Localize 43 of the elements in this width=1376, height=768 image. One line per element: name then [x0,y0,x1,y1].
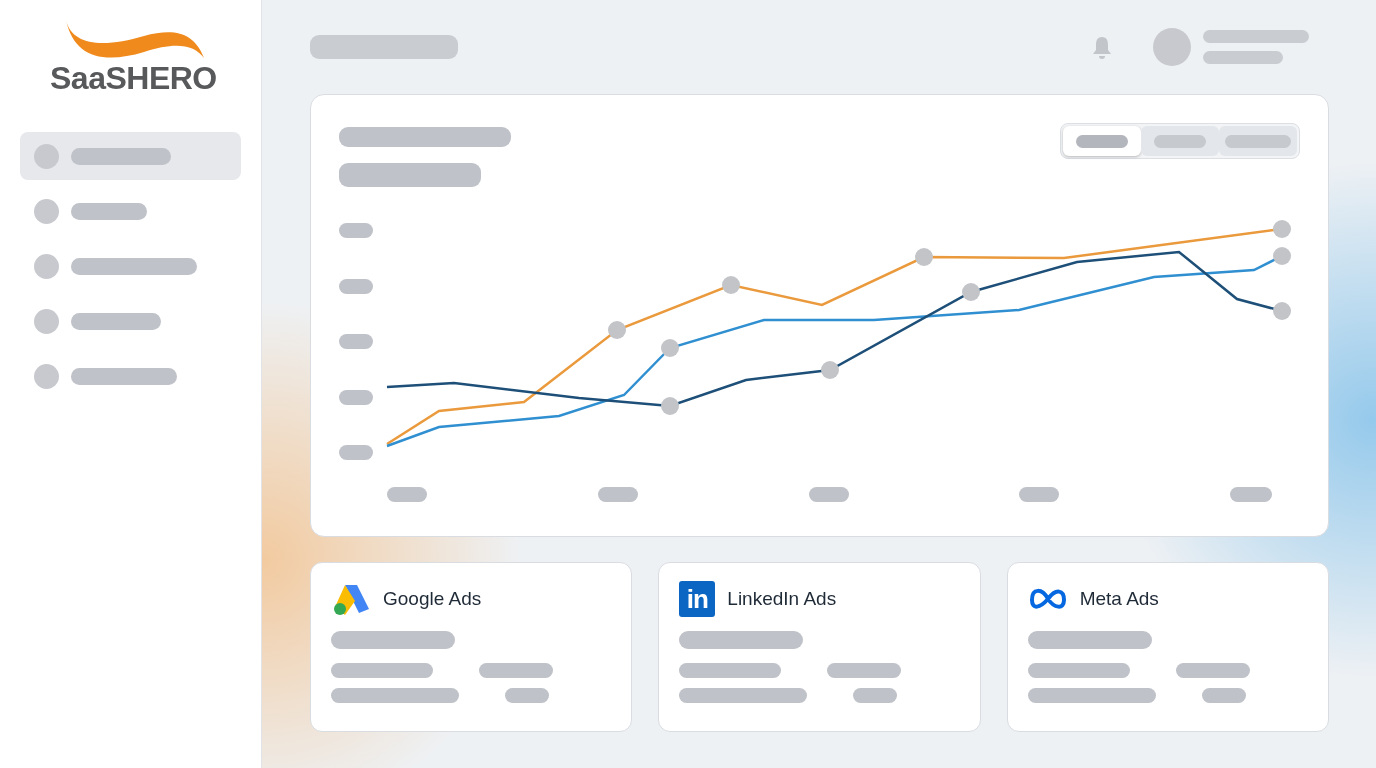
placeholder-bar [339,445,373,460]
data-point [915,248,933,266]
placeholder-bar [597,487,638,502]
card-title: LinkedIn Ads [727,588,837,610]
range-tab[interactable] [1063,126,1141,156]
data-point [661,397,679,415]
placeholder-bar [1225,134,1291,148]
card-title: Google Ads [383,588,482,610]
data-point [1273,220,1291,238]
range-tab[interactable] [1141,126,1219,156]
placeholder-bar [1076,134,1128,148]
range-tab[interactable] [1219,126,1297,156]
placeholder-bar [339,223,373,238]
placeholder-bar [339,389,373,405]
placeholder-bar [808,487,849,502]
avatar-icon[interactable] [1153,28,1191,66]
circle-icon [34,143,59,169]
placeholder-bar [853,688,898,703]
data-point [661,339,679,357]
data-point [962,283,980,301]
data-point [1273,247,1291,265]
placeholder-bar [339,278,373,294]
bell-icon[interactable] [1091,35,1113,59]
sidebar-item[interactable] [20,132,241,180]
linkedin-logo-icon: in [679,581,716,617]
circle-icon [34,308,59,334]
placeholder-bar [1201,688,1246,703]
data-point [608,321,626,339]
card-title: Meta Ads [1079,588,1159,610]
placeholder-bar [505,688,549,703]
placeholder-bar [1154,134,1206,148]
data-point [1273,302,1291,320]
data-point [722,276,740,294]
circle-icon [34,363,59,389]
data-point [821,361,839,379]
placeholder-bar [339,334,373,349]
logo-text: SaaSHERO [50,60,217,97]
placeholder-bar [387,487,427,502]
placeholder-bar [1019,487,1060,502]
circle-icon [34,198,59,224]
circle-icon [34,253,59,279]
placeholder-bar [1230,487,1272,502]
infinity-logo-icon [1027,586,1068,612]
